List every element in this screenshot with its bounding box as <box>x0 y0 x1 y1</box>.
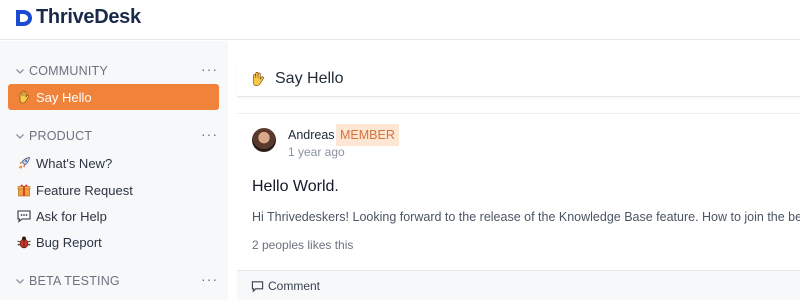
comment-icon <box>251 280 264 293</box>
more-options-icon[interactable]: ··· <box>201 61 218 77</box>
section-product[interactable]: PRODUCT ··· <box>14 126 222 146</box>
sidebar-item-say-hello[interactable]: Say Hello <box>8 84 219 110</box>
comment-label: Comment <box>268 279 321 293</box>
sidebar-item-label: Bug Report <box>36 234 102 250</box>
role-badge: MEMBER <box>336 124 399 146</box>
post-timestamp: 1 year ago <box>288 145 345 159</box>
chevron-down-icon <box>16 134 24 139</box>
brand-name: ThriveDesk <box>36 6 141 28</box>
rocket-icon <box>18 157 30 169</box>
author-name[interactable]: Andreas <box>288 128 335 142</box>
page-title: Say Hello <box>275 69 344 87</box>
main-content: Say Hello Andreas MEMBER 1 year ago Hell… <box>237 61 800 300</box>
waving-hand-icon <box>253 71 264 86</box>
top-bar: ThriveDesk <box>0 0 800 40</box>
waving-hand-icon <box>19 90 30 104</box>
sidebar-item-ask-for-help[interactable]: Ask for Help <box>8 203 219 229</box>
channel-header: Say Hello <box>237 61 800 97</box>
post-footer: Comment <box>237 270 800 300</box>
sidebar-item-label: Feature Request <box>36 182 133 198</box>
chevron-down-icon <box>16 279 24 284</box>
gift-icon <box>17 184 31 197</box>
section-beta-testing[interactable]: BETA TESTING ··· <box>14 271 222 291</box>
post-body: Hi Thrivedeskers! Looking forward to the… <box>252 210 800 224</box>
section-title: PRODUCT <box>29 129 93 143</box>
sidebar-item-label: What's New? <box>36 155 113 171</box>
sidebar-item-whats-new[interactable]: What's New? <box>8 150 219 176</box>
chevron-down-icon <box>16 69 24 74</box>
sidebar-item-bug-report[interactable]: Bug Report <box>8 229 219 255</box>
brand-logo[interactable]: ThriveDesk <box>14 6 141 29</box>
sidebar-item-label: Say Hello <box>36 89 92 105</box>
more-options-icon[interactable]: ··· <box>201 271 218 287</box>
section-community[interactable]: COMMUNITY ··· <box>14 61 222 81</box>
comment-button[interactable]: Comment <box>251 279 320 293</box>
likes-count[interactable]: 2 peoples likes this <box>252 238 353 252</box>
post-title: Hello World. <box>252 178 339 195</box>
thrivedesk-logo-icon <box>16 9 32 26</box>
bug-icon <box>17 236 31 249</box>
sidebar-item-label: Ask for Help <box>36 208 107 224</box>
post-card: Andreas MEMBER 1 year ago Hello World. H… <box>237 113 800 300</box>
section-title: COMMUNITY <box>29 64 108 78</box>
more-options-icon[interactable]: ··· <box>201 126 218 142</box>
avatar[interactable] <box>252 128 276 152</box>
speech-bubble-icon <box>17 210 31 223</box>
sidebar: COMMUNITY ··· Say Hello PRODUCT ··· What… <box>0 41 228 300</box>
sidebar-item-feature-request[interactable]: Feature Request <box>8 177 219 203</box>
section-title: BETA TESTING <box>29 274 120 288</box>
